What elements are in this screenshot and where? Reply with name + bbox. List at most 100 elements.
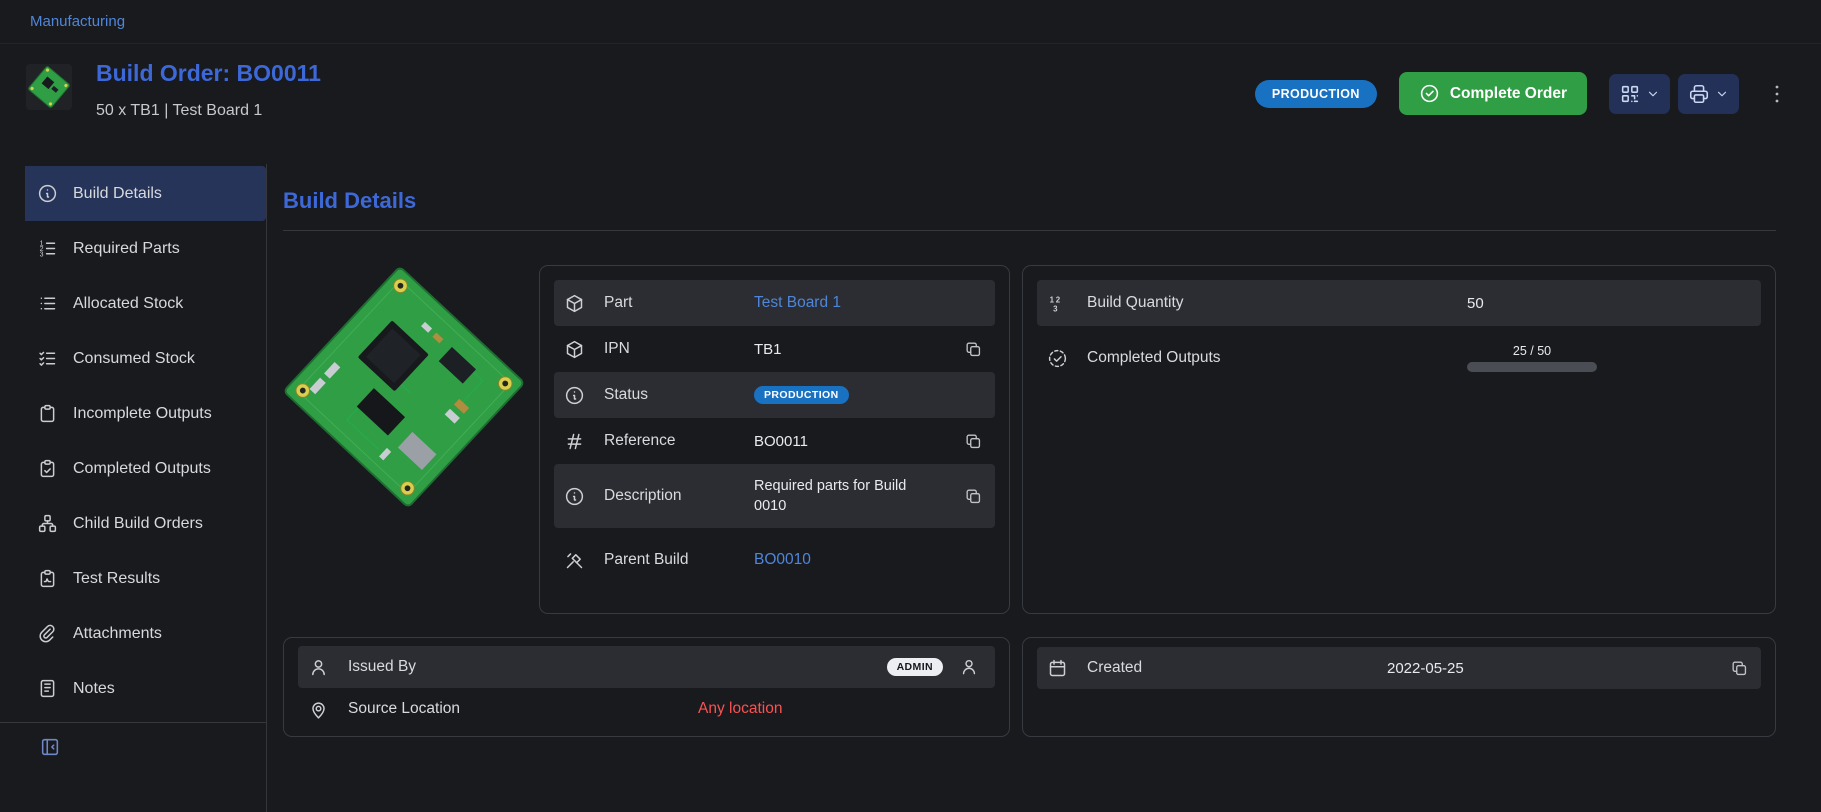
barcode-actions-button[interactable] [1609,74,1670,114]
sidebar-item-allocated-stock[interactable]: Allocated Stock [25,276,266,331]
sidebar: Build Details Required Parts Allocated S… [0,164,267,812]
sidebar-item-label: Consumed Stock [73,350,195,368]
print-actions-button[interactable] [1678,74,1739,114]
status-icon [564,385,590,406]
quantity-panel: Build Quantity 50 Completed Outputs 25 /… [1022,265,1776,614]
source-location-value: Any location [698,700,782,718]
user-icon [308,657,334,678]
sidebar-item-label: Build Details [73,185,162,203]
action-icon-group [1609,74,1739,114]
paperclip-icon [37,623,58,644]
part-label: Part [604,294,754,312]
page-subtitle: 50 x TB1 | Test Board 1 [96,102,321,120]
title-block: Build Order: BO0011 50 x TB1 | Test Boar… [96,60,321,120]
sidebar-item-test-results[interactable]: Test Results [25,551,266,606]
sidebar-item-label: Allocated Stock [73,295,183,313]
status-label: Status [604,386,754,404]
source-location-label: Source Location [348,700,698,718]
progress-check-icon [1047,348,1073,369]
header-actions: PRODUCTION Complete Order [1255,72,1793,115]
issued-by-row: Issued By ADMIN [298,646,995,688]
sidebar-item-notes[interactable]: Notes [25,661,266,716]
sidebar-item-required-parts[interactable]: Required Parts [25,221,266,276]
issued-panel: Issued By ADMIN Source Location Any loca… [283,637,1010,737]
header: Build Order: BO0011 50 x TB1 | Test Boar… [0,44,1821,164]
list-numbers-icon [37,238,58,259]
sidebar-item-label: Child Build Orders [73,515,203,533]
heading-divider [283,230,1776,231]
description-icon [564,486,590,507]
parent-build-icon [564,550,590,571]
copy-icon [964,432,983,451]
status-badge: PRODUCTION [1255,80,1377,108]
build-details-panel: Part Test Board 1 IPN TB1 [539,265,1010,614]
sidebar-item-label: Test Results [73,570,160,588]
detail-row-reference: Reference BO0011 [554,418,995,464]
sidebar-item-child-build-orders[interactable]: Child Build Orders [25,496,266,551]
info-circle-icon [37,183,58,204]
main-content: Build Details [267,164,1821,812]
panel-heading: Build Details [283,188,1776,214]
sitemap-icon [37,513,58,534]
complete-order-button[interactable]: Complete Order [1399,72,1587,115]
sidebar-item-consumed-stock[interactable]: Consumed Stock [25,331,266,386]
dots-vertical-icon [1765,82,1789,106]
complete-order-label: Complete Order [1450,85,1567,103]
copy-created-button[interactable] [1728,657,1751,680]
breadcrumb-manufacturing[interactable]: Manufacturing [30,13,125,30]
hash-icon [564,431,590,452]
test-report-icon [37,568,58,589]
sidebar-item-label: Incomplete Outputs [73,405,212,423]
sidebar-collapse-icon [39,736,61,758]
copy-reference-button[interactable] [962,430,985,453]
issued-by-label: Issued By [348,658,698,676]
parent-build-link[interactable]: BO0010 [754,551,811,569]
list-icon [37,293,58,314]
chevron-down-icon [1715,87,1729,101]
owner-user-icon [959,657,979,677]
completed-outputs-row: Completed Outputs 25 / 50 [1037,326,1761,390]
part-link[interactable]: Test Board 1 [754,294,841,312]
chevron-down-icon [1646,87,1660,101]
completed-outputs-progress: 25 / 50 [1467,344,1597,372]
printer-icon [1688,83,1710,105]
description-label: Description [604,487,754,505]
build-thumbnail[interactable] [26,64,72,110]
ipn-label: IPN [604,340,754,358]
description-value: Required parts for Build 0010 [754,476,939,517]
sidebar-collapse-button[interactable] [37,734,63,760]
notes-icon [37,678,58,699]
map-pin-icon [308,699,334,720]
build-quantity-row: Build Quantity 50 [1037,280,1761,326]
part-image[interactable] [283,265,525,614]
created-label: Created [1087,659,1387,677]
sidebar-item-incomplete-outputs[interactable]: Incomplete Outputs [25,386,266,441]
more-actions-button[interactable] [1761,78,1793,110]
copy-description-button[interactable] [962,485,985,508]
sidebar-footer [0,722,266,763]
reference-value: BO0011 [754,433,808,450]
ipn-value: TB1 [754,341,782,358]
detail-row-description: Description Required parts for Build 001… [554,464,995,528]
list-check-icon [37,348,58,369]
build-quantity-value: 50 [1467,295,1484,312]
page: Manufacturing Build Order: BO0011 50 x T… [0,0,1821,812]
progress-track [1467,362,1597,372]
progress-text: 25 / 50 [1513,344,1551,358]
clipboard-check-icon [37,458,58,479]
sidebar-item-attachments[interactable]: Attachments [25,606,266,661]
sidebar-item-label: Notes [73,680,115,698]
completed-outputs-label: Completed Outputs [1087,349,1467,367]
detail-row-ipn: IPN TB1 [554,326,995,372]
created-row: Created 2022-05-25 [1037,647,1761,689]
sidebar-item-completed-outputs[interactable]: Completed Outputs [25,441,266,496]
pcb-thumbnail-graphic [26,64,72,110]
calendar-icon [1047,658,1073,679]
breadcrumb: Manufacturing [0,0,1821,44]
created-panel: Created 2022-05-25 [1022,637,1776,737]
parent-build-label: Parent Build [604,549,754,571]
ipn-icon [564,339,590,360]
reference-label: Reference [604,432,754,450]
sidebar-item-build-details[interactable]: Build Details [25,166,266,221]
copy-ipn-button[interactable] [962,338,985,361]
